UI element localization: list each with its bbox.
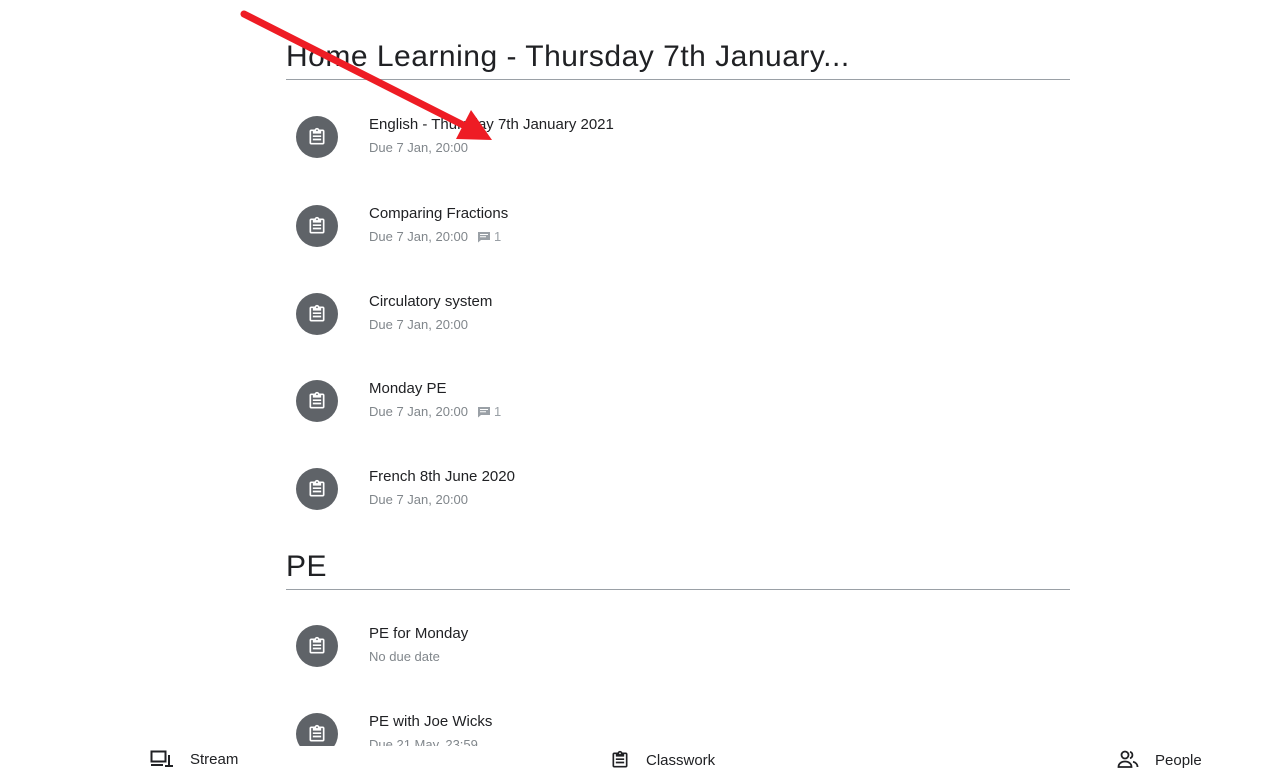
bottom-navigation: Stream Classwork People: [0, 746, 1277, 773]
stream-icon: [150, 750, 174, 768]
due-date-text: Due 7 Jan, 20:00: [369, 492, 469, 507]
assignment-title[interactable]: PE for Monday: [369, 625, 468, 642]
assignment-item[interactable]: French 8th June 2020 Due 7 Jan, 20:00: [296, 468, 1056, 524]
topic-divider: [286, 589, 1070, 590]
topic-title[interactable]: Home Learning - Thursday 7th January...: [286, 40, 850, 74]
assignment-due-date: Due 7 Jan, 20:00: [369, 317, 468, 332]
comment-count-text: 1: [494, 404, 502, 419]
nav-classwork[interactable]: Classwork: [610, 750, 715, 770]
assignment-due-date: No due date: [369, 649, 440, 664]
classwork-icon: [610, 750, 630, 770]
due-date-text: Due 7 Jan, 20:00: [369, 317, 469, 332]
assignment-title[interactable]: English - Thursday 7th January 2021: [369, 116, 614, 133]
comment-count-text: 1: [494, 229, 502, 244]
nav-classwork-label: Classwork: [646, 751, 716, 769]
assignment-title[interactable]: Circulatory system: [369, 293, 492, 310]
assignment-icon: [296, 468, 338, 510]
people-icon: [1117, 750, 1139, 770]
assignment-icon: [296, 293, 338, 335]
nav-people[interactable]: People: [1117, 750, 1202, 770]
assignment-icon: [296, 205, 338, 247]
assignment-due-date: Due 7 Jan, 20:00 1: [369, 229, 501, 244]
assignment-icon: [296, 713, 338, 746]
topic-divider: [286, 79, 1070, 80]
classwork-list: Home Learning - Thursday 7th January... …: [286, 0, 1070, 746]
assignment-due-date: Due 21 May, 23:59: [369, 737, 478, 746]
assignment-item[interactable]: PE with Joe Wicks Due 21 May, 23:59: [296, 713, 1056, 746]
due-date-text: No due date: [369, 649, 440, 664]
assignment-due-date: Due 7 Jan, 20:00 1: [369, 404, 501, 419]
topic-title[interactable]: PE: [286, 550, 327, 584]
comment-icon: [478, 406, 491, 417]
assignment-icon: [296, 380, 338, 422]
assignment-item[interactable]: Comparing Fractions Due 7 Jan, 20:00 1: [296, 205, 1056, 261]
comment-icon: [478, 231, 491, 242]
due-date-text: Due 7 Jan, 20:00: [369, 229, 469, 244]
assignment-icon: [296, 625, 338, 667]
comment-count: 1: [477, 229, 501, 244]
assignment-icon: [296, 116, 338, 158]
assignment-item[interactable]: English - Thursday 7th January 2021 Due …: [296, 116, 1056, 172]
comment-count: 1: [477, 404, 501, 419]
due-date-text: Due 21 May, 23:59: [369, 737, 478, 746]
assignment-due-date: Due 7 Jan, 20:00: [369, 492, 468, 507]
assignment-item[interactable]: Monday PE Due 7 Jan, 20:00 1: [296, 380, 1056, 436]
nav-people-label: People: [1155, 751, 1202, 769]
assignment-title[interactable]: Monday PE: [369, 380, 447, 397]
nav-stream-label: Stream: [190, 750, 239, 768]
assignment-title[interactable]: French 8th June 2020: [369, 468, 515, 485]
assignment-title[interactable]: PE with Joe Wicks: [369, 713, 492, 730]
assignment-item[interactable]: Circulatory system Due 7 Jan, 20:00: [296, 293, 1056, 349]
due-date-text: Due 7 Jan, 20:00: [369, 140, 469, 155]
classwork-page: Home Learning - Thursday 7th January... …: [0, 0, 1277, 773]
assignment-item[interactable]: PE for Monday No due date: [296, 625, 1056, 681]
due-date-text: Due 7 Jan, 20:00: [369, 404, 469, 419]
assignment-due-date: Due 7 Jan, 20:00: [369, 140, 468, 155]
assignment-title[interactable]: Comparing Fractions: [369, 205, 508, 222]
nav-stream[interactable]: Stream: [150, 750, 238, 768]
